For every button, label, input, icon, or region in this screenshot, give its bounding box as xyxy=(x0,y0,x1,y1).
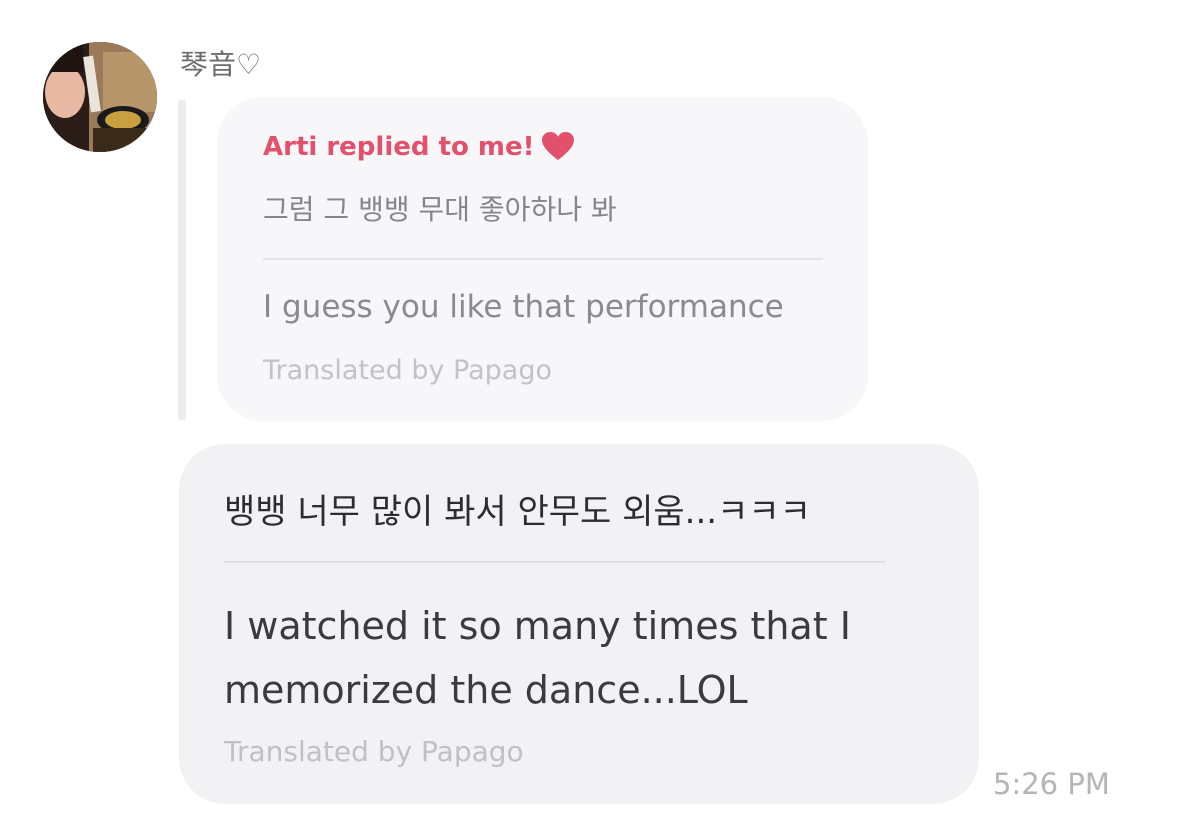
message-original-text: 뱅뱅 너무 많이 봐서 안무도 외움...ㅋㅋㅋ xyxy=(224,492,811,532)
quote-indicator-bar xyxy=(178,100,186,420)
message-translation-credit: Translated by Papago xyxy=(224,735,524,768)
sender-name: 琴音♡ xyxy=(180,48,262,81)
quoted-reply-header: Arti replied to me! xyxy=(263,128,575,166)
quoted-reply-translation-credit: Translated by Papago xyxy=(263,355,552,386)
message-divider xyxy=(224,561,885,563)
avatar-image xyxy=(43,42,157,152)
quoted-reply-original-text: 그럼 그 뱅뱅 무대 좋아하나 봐 xyxy=(263,193,617,226)
quoted-reply-divider xyxy=(263,258,823,260)
quoted-reply-translated-text: I guess you like that performance xyxy=(263,289,784,325)
avatar[interactable] xyxy=(43,42,157,152)
quoted-reply-header-label: Arti replied to me! xyxy=(263,132,535,162)
message-translated-text: I watched it so many times that I memori… xyxy=(224,604,851,712)
message-timestamp: 5:26 PM xyxy=(993,767,1110,801)
heart-icon xyxy=(542,132,575,162)
